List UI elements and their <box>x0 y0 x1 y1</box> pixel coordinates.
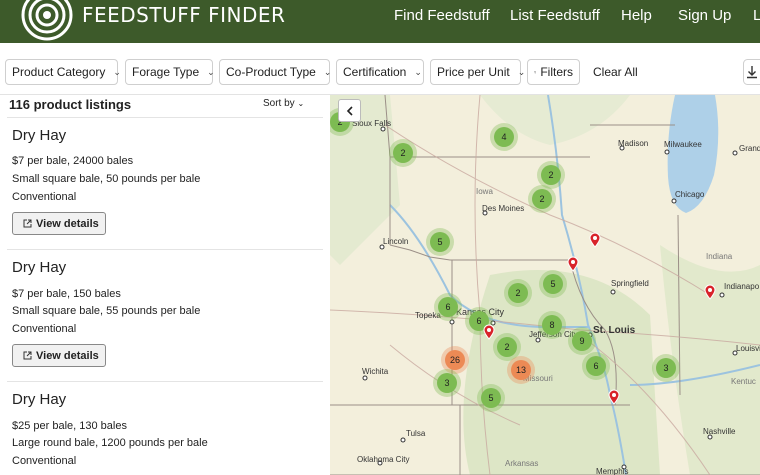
cluster-count: 3 <box>656 358 676 378</box>
cluster-count: 9 <box>572 331 592 351</box>
divider <box>7 249 323 250</box>
card-certification: Conventional <box>12 455 77 467</box>
map-cluster-marker[interactable]: 9 <box>568 327 596 355</box>
map-pin-icon[interactable] <box>704 284 716 300</box>
cluster-count: 5 <box>481 388 501 408</box>
map-cluster-marker[interactable]: 4 <box>490 123 518 151</box>
map-cluster-marker[interactable]: 5 <box>539 270 567 298</box>
card-certification: Conventional <box>12 323 77 335</box>
card-title: Dry Hay <box>12 127 67 144</box>
nav-sign-up[interactable]: Sign Up <box>678 7 731 24</box>
cluster-count: 6 <box>586 356 606 376</box>
view-details-label: View details <box>36 217 99 230</box>
listing-panel: 116 product listings Sort by ⌄ Dry Hay $… <box>0 95 330 475</box>
card-title: Dry Hay <box>12 259 67 276</box>
view-details-button[interactable]: View details <box>12 344 106 367</box>
view-details-button[interactable]: View details <box>12 212 106 235</box>
cluster-count: 3 <box>437 373 457 393</box>
cluster-count: 26 <box>445 350 465 370</box>
clear-all-link[interactable]: Clear All <box>593 65 638 79</box>
download-icon[interactable] <box>743 59 760 85</box>
map-pin-icon[interactable] <box>567 256 579 272</box>
map-view[interactable]: Sioux Falls Madison Milwaukee Grand Iowa… <box>330 95 760 475</box>
top-header: FEEDSTUFF FINDER Find Feedstuff List Fee… <box>0 0 760 43</box>
map-cluster-marker[interactable]: 6 <box>434 293 462 321</box>
map-cluster-marker[interactable]: 13 <box>507 356 535 384</box>
chevron-down-icon: ⌄ <box>323 66 332 77</box>
logo-icon[interactable] <box>20 0 74 42</box>
listing-count: 116 product listings <box>9 97 132 112</box>
view-details-label: View details <box>36 349 99 362</box>
card-price: $25 per bale, 130 bales <box>12 420 127 432</box>
cluster-count: 2 <box>508 283 528 303</box>
cluster-count: 6 <box>438 297 458 317</box>
card-price: $7 per bale, 24000 bales <box>12 155 134 167</box>
card-description: Small square bale, 50 pounds per bale <box>12 173 201 185</box>
collapse-panel-button[interactable] <box>338 99 361 122</box>
map-cluster-marker[interactable]: 6 <box>582 352 610 380</box>
nav-list-feedstuff[interactable]: List Feedstuff <box>510 7 600 24</box>
filter-product-category[interactable]: Product Category ⌄ <box>5 59 121 85</box>
map-cluster-marker[interactable]: 8 <box>538 311 566 339</box>
external-link-icon <box>23 219 32 228</box>
cluster-count: 8 <box>542 315 562 335</box>
chevron-left-icon <box>346 105 353 116</box>
filter-price-per-unit[interactable]: Price per Unit ⌄ <box>430 59 525 85</box>
map-pin-icon[interactable] <box>608 389 620 405</box>
map-cluster-marker[interactable]: 5 <box>477 384 505 412</box>
filters-button[interactable]: Filters <box>527 59 580 85</box>
divider <box>7 381 323 382</box>
chevron-down-icon: ⌄ <box>113 66 121 77</box>
filter-certification[interactable]: Certification ⌄ <box>336 59 424 85</box>
map-cluster-marker[interactable]: 3 <box>652 354 680 382</box>
filter-label: Forage Type <box>132 65 200 79</box>
map-cluster-marker[interactable]: 3 <box>433 369 461 397</box>
cluster-count: 2 <box>541 165 561 185</box>
filters-label: Filters <box>540 65 573 79</box>
map-pin-icon[interactable] <box>483 324 495 340</box>
card-price: $7 per bale, 150 bales <box>12 288 121 300</box>
nav-log-in-truncated[interactable]: L <box>753 7 760 24</box>
map-cluster-marker[interactable]: 2 <box>528 185 556 213</box>
cluster-count: 2 <box>393 143 413 163</box>
external-link-icon <box>23 351 32 360</box>
map-cluster-marker[interactable]: 2 <box>504 279 532 307</box>
filter-co-product-type[interactable]: Co-Product Type ⌄ <box>219 59 332 85</box>
card-description: Small square bale, 55 pounds per bale <box>12 305 201 317</box>
map-cluster-marker[interactable]: 2 <box>389 139 417 167</box>
map-cluster-marker[interactable]: 5 <box>426 228 454 256</box>
filter-label: Certification <box>343 65 407 79</box>
sort-by-dropdown[interactable]: Sort by ⌄ <box>263 98 304 109</box>
filter-label: Product Category <box>12 65 106 79</box>
chevron-down-icon: ⌄ <box>517 66 526 77</box>
cluster-count: 5 <box>543 274 563 294</box>
cluster-layer: 2 4 2 2 2 5 2 5 6 6 8 2 9 26 13 6 3 3 5 <box>330 95 760 475</box>
brand-name[interactable]: FEEDSTUFF FINDER <box>82 3 285 27</box>
chevron-down-icon: ⌄ <box>297 99 305 108</box>
filter-lines-icon <box>534 71 537 73</box>
filter-bar: Product Category ⌄ Forage Type ⌄ Co-Produc… <box>0 43 760 95</box>
cluster-count: 13 <box>511 360 531 380</box>
nav-help[interactable]: Help <box>621 7 652 24</box>
map-pin-icon[interactable] <box>589 232 601 248</box>
nav-find-feedstuff[interactable]: Find Feedstuff <box>394 7 490 24</box>
filter-label: Price per Unit <box>437 65 510 79</box>
filter-forage-type[interactable]: Forage Type ⌄ <box>125 59 215 85</box>
chevron-down-icon: ⌄ <box>207 66 215 77</box>
divider <box>7 117 323 118</box>
card-title: Dry Hay <box>12 391 67 408</box>
sort-label: Sort by <box>263 98 295 109</box>
card-description: Large round bale, 1200 pounds per bale <box>12 437 208 449</box>
cluster-count: 2 <box>532 189 552 209</box>
cluster-count: 4 <box>494 127 514 147</box>
chevron-down-icon: ⌄ <box>414 66 422 77</box>
card-certification: Conventional <box>12 191 77 203</box>
filter-label: Co-Product Type <box>226 65 316 79</box>
cluster-count: 2 <box>497 337 517 357</box>
cluster-count: 5 <box>430 232 450 252</box>
